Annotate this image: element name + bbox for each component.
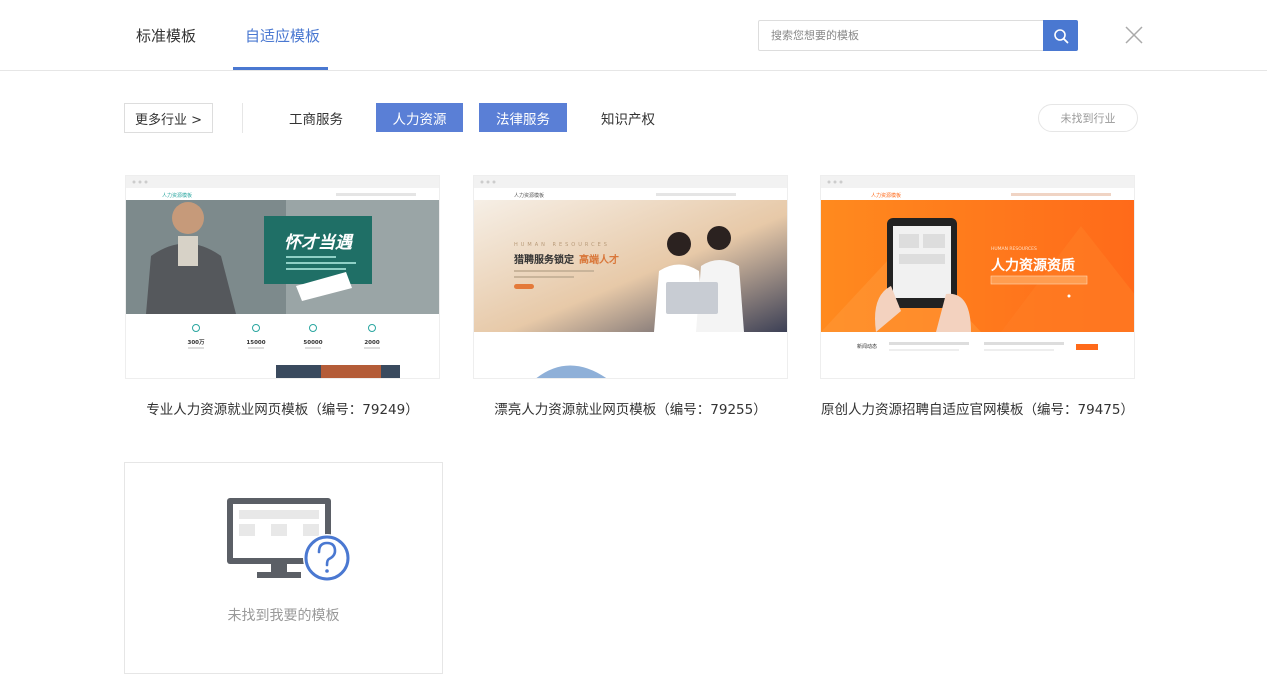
thumb-news-label: 新闻动态 — [857, 343, 877, 350]
chip-human-resources[interactable]: 人力资源 — [376, 103, 463, 132]
search-input[interactable] — [759, 21, 1043, 50]
thumb-logo: 人力资源模板 — [162, 192, 192, 199]
thumb-slogan: 怀才当遇 — [284, 233, 354, 253]
search-box — [758, 20, 1078, 51]
more-industries-button[interactable]: 更多行业 > — [124, 103, 213, 133]
thumb-subtitle: HUMAN RESOURCES — [514, 242, 610, 248]
close-icon — [1125, 26, 1143, 44]
filter-divider — [242, 103, 243, 133]
template-card-79255[interactable]: 人力资源模板 HUMAN RESOURCES 猎聘服务锁定 高端人才 — [473, 175, 788, 379]
chip-intellectual-property[interactable]: 知识产权 — [588, 103, 668, 132]
template-thumbnail: 人力资源模板 怀才当遇 300万 15000 50000 2000 — [126, 176, 439, 378]
template-card-79475[interactable]: 人力资源模板 HUMAN RESOURCES 人力资源资质 新闻动态 — [820, 175, 1135, 379]
tab-standard-templates[interactable]: 标准模板 — [136, 27, 196, 45]
thumb-stat: 50000 — [303, 340, 322, 346]
template-caption-79475[interactable]: 原创人力资源招聘自适应官网模板（编号：79475） — [820, 398, 1135, 418]
top-bar: 标准模板 自适应模板 — [0, 0, 1267, 71]
chip-business-services[interactable]: 工商服务 — [276, 103, 356, 132]
template-not-found-card[interactable]: 未找到我要的模板 — [124, 462, 443, 674]
industry-not-found-button[interactable]: 未找到行业 — [1038, 104, 1138, 132]
template-thumbnail: 人力资源模板 HUMAN RESOURCES 人力资源资质 新闻动态 — [821, 176, 1134, 378]
thumb-slogan: 人力资源资质 — [991, 257, 1075, 274]
template-card-79249[interactable]: 人力资源模板 怀才当遇 300万 15000 50000 2000 — [125, 175, 440, 379]
active-tab-indicator — [233, 67, 328, 70]
chip-legal-services[interactable]: 法律服务 — [479, 103, 567, 132]
thumb-logo: 人力资源模板 — [514, 192, 544, 199]
thumb-subtitle: HUMAN RESOURCES — [991, 246, 1037, 252]
search-icon — [1053, 28, 1068, 43]
thumb-stat: 300万 — [188, 339, 205, 346]
template-caption-79249[interactable]: 专业人力资源就业网页模板（编号：79249） — [125, 398, 440, 418]
thumb-logo: 人力资源模板 — [871, 192, 901, 199]
thumb-slogan-a: 猎聘服务锁定 — [514, 253, 574, 266]
template-thumbnail: 人力资源模板 HUMAN RESOURCES 猎聘服务锁定 高端人才 — [474, 176, 787, 378]
close-button[interactable] — [1124, 25, 1144, 45]
thumb-slogan-b: 高端人才 — [579, 253, 619, 266]
thumb-stat: 15000 — [246, 340, 265, 346]
tab-adaptive-templates[interactable]: 自适应模板 — [245, 27, 320, 45]
template-caption-79255[interactable]: 漂亮人力资源就业网页模板（编号：79255） — [473, 398, 788, 418]
template-not-found-label: 未找到我要的模板 — [227, 608, 340, 624]
search-button[interactable] — [1043, 20, 1078, 51]
monitor-question-icon — [227, 498, 351, 582]
thumb-stat: 2000 — [364, 340, 379, 346]
